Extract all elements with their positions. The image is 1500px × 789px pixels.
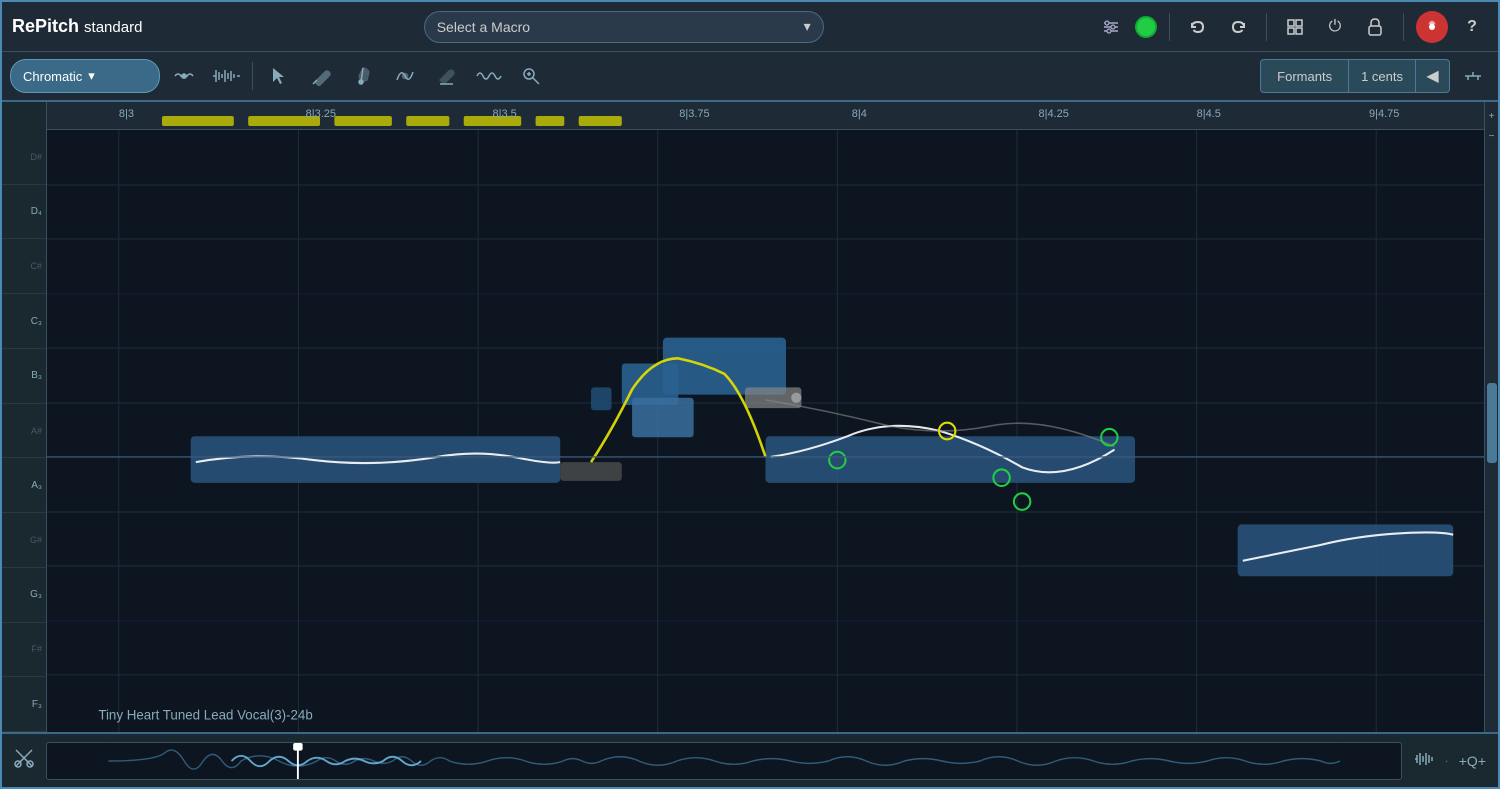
chromatic-dropdown-arrow: ▾ <box>88 68 95 84</box>
waveform-zoom-btn[interactable] <box>1410 749 1438 772</box>
draw-tool-btn[interactable] <box>303 59 339 93</box>
piano-key-g3: G₃ <box>2 568 46 623</box>
timeline-markers: 8|3 8|3.25 8|3.5 8|3.75 8|4 8|4.25 8|4.5… <box>47 102 1484 129</box>
piano-key-c3: C₃ <box>2 294 46 349</box>
power-button[interactable]: ⏻ <box>1319 11 1351 43</box>
right-scrollbar[interactable]: + − <box>1484 102 1498 732</box>
zoom-out-icon[interactable]: − <box>1485 126 1499 146</box>
pitch-detection-btn[interactable] <box>166 59 202 93</box>
piano-key-csharp: C# <box>2 239 46 294</box>
zoom-separator: · <box>1444 753 1448 768</box>
piano-roll: D# D₄ C# C₃ B₃ A# A₃ G# G₃ F# F₃ <box>2 102 47 732</box>
macro-select[interactable]: Select a Macro ▾ <box>424 11 824 43</box>
zoom-in-bottom-btn[interactable]: +Q+ <box>1455 751 1490 771</box>
help-button[interactable]: ? <box>1456 11 1488 43</box>
piano-key-d4: D₄ <box>2 185 46 240</box>
grid-button[interactable] <box>1279 11 1311 43</box>
app-container: RePitch standard Select a Macro ▾ <box>0 0 1500 789</box>
undo-button[interactable] <box>1182 11 1214 43</box>
lock-button[interactable] <box>1359 11 1391 43</box>
pen-tool-btn[interactable] <box>345 59 381 93</box>
piano-key-a3: A₃ <box>2 458 46 513</box>
macro-placeholder: Select a Macro <box>437 19 530 35</box>
formants-button[interactable]: Formants <box>1260 59 1349 93</box>
eraser-tool-btn[interactable] <box>429 59 465 93</box>
redo-button[interactable] <box>1222 11 1254 43</box>
piano-key-fsharp: F# <box>2 623 46 678</box>
cents-label: 1 cents <box>1361 69 1403 84</box>
edit-area: 8|3 8|3.25 8|3.5 8|3.75 8|4 8|4.25 8|4.5… <box>47 102 1484 732</box>
app-title: RePitch standard <box>12 16 142 37</box>
vertical-scroll-track[interactable] <box>1487 152 1497 730</box>
second-toolbar: Chromatic ▾ <box>2 52 1498 102</box>
waveform-btn[interactable] <box>208 59 244 93</box>
toolbar-divider-3 <box>1403 13 1404 41</box>
expand-button[interactable]: ◀ <box>1416 59 1450 93</box>
settings-badge[interactable] <box>1416 11 1448 43</box>
piano-key-asharp: A# <box>2 404 46 459</box>
filter-icon-btn[interactable] <box>1095 11 1127 43</box>
piano-key-b3: B₃ <box>2 349 46 404</box>
right-toolbar-section: Formants 1 cents ◀ <box>1260 59 1490 93</box>
chromatic-select[interactable]: Chromatic ▾ <box>10 59 160 93</box>
smooth-tool-btn[interactable] <box>387 59 423 93</box>
chromatic-label: Chromatic <box>23 69 82 84</box>
canvas-area[interactable]: Tiny Heart Tuned Lead Vocal(3)-24b <box>47 130 1484 732</box>
svg-text:Tiny Heart Tuned Lead Vocal(3): Tiny Heart Tuned Lead Vocal(3)-24b <box>98 707 312 722</box>
piano-key-gsharp: G# <box>2 513 46 568</box>
macro-dropdown-arrow: ▾ <box>804 18 811 35</box>
pitch-canvas: Tiny Heart Tuned Lead Vocal(3)-24b <box>47 130 1484 732</box>
timeline: 8|3 8|3.25 8|3.5 8|3.75 8|4 8|4.25 8|4.5… <box>47 102 1484 130</box>
bottom-right-controls: · +Q+ <box>1410 749 1490 772</box>
main-content: D# D₄ C# C₃ B₃ A# A₃ G# G₃ F# F₃ <box>2 102 1498 732</box>
waveform-bar[interactable] <box>46 742 1402 780</box>
vibrato-tool-btn[interactable] <box>471 59 507 93</box>
cents-display: 1 cents <box>1349 59 1416 93</box>
zoom-in-icon[interactable]: + <box>1485 106 1499 126</box>
cursor-tool-btn[interactable] <box>261 59 297 93</box>
zoom-tool-btn[interactable] <box>513 59 549 93</box>
zoom-icons: + − <box>1485 102 1499 150</box>
tool-separator-1 <box>252 62 253 90</box>
piano-key-dsharp: D# <box>2 130 46 185</box>
bottom-section: · +Q+ <box>2 732 1498 787</box>
toolbar-divider-1 <box>1169 13 1170 41</box>
cut-icon[interactable] <box>10 744 38 777</box>
status-indicator <box>1135 16 1157 38</box>
toolbar-divider-2 <box>1266 13 1267 41</box>
top-toolbar: RePitch standard Select a Macro ▾ <box>2 2 1498 52</box>
piano-key-f3: F₃ <box>2 677 46 732</box>
toolbar-settings-icon[interactable] <box>1456 59 1490 93</box>
vertical-scroll-thumb[interactable] <box>1487 383 1497 463</box>
